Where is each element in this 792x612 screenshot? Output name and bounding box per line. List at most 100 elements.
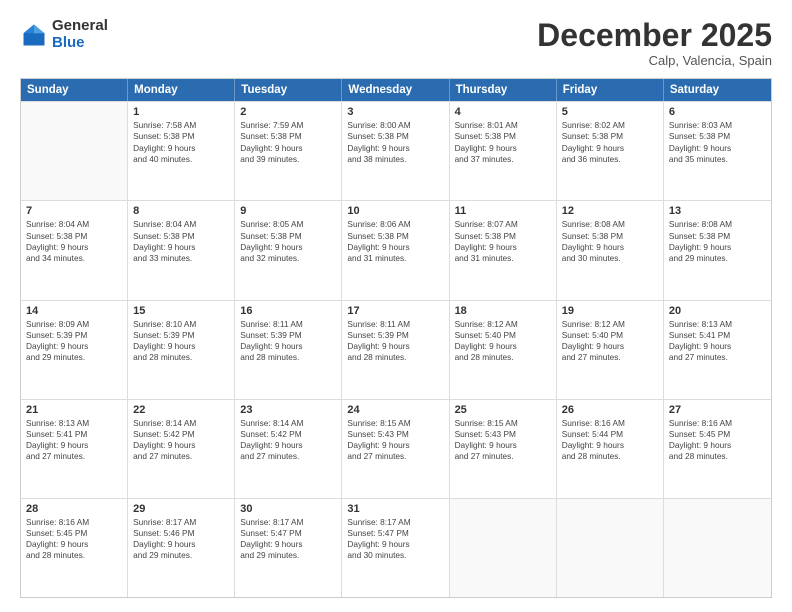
- cell-info-line: and 28 minutes.: [669, 451, 766, 462]
- day-number: 9: [240, 205, 336, 217]
- cell-info-line: and 27 minutes.: [347, 451, 443, 462]
- calendar-cell: 22Sunrise: 8:14 AMSunset: 5:42 PMDayligh…: [128, 400, 235, 498]
- day-number: 16: [240, 305, 336, 317]
- cell-info-line: Sunset: 5:38 PM: [26, 231, 122, 242]
- cell-info-line: and 40 minutes.: [133, 154, 229, 165]
- cell-info-line: and 28 minutes.: [26, 550, 122, 561]
- cell-info-line: Sunset: 5:42 PM: [133, 429, 229, 440]
- cell-info-line: Sunset: 5:39 PM: [347, 330, 443, 341]
- cell-info-line: Sunset: 5:44 PM: [562, 429, 658, 440]
- day-number: 4: [455, 106, 551, 118]
- cell-info-line: and 29 minutes.: [133, 550, 229, 561]
- cell-info-line: and 32 minutes.: [240, 253, 336, 264]
- day-number: 13: [669, 205, 766, 217]
- cell-info-line: Daylight: 9 hours: [455, 242, 551, 253]
- day-number: 31: [347, 503, 443, 515]
- day-number: 14: [26, 305, 122, 317]
- cell-info-line: Sunset: 5:47 PM: [347, 528, 443, 539]
- cell-info-line: Sunset: 5:38 PM: [562, 131, 658, 142]
- month-title: December 2025: [537, 18, 772, 53]
- calendar-row: 21Sunrise: 8:13 AMSunset: 5:41 PMDayligh…: [21, 399, 771, 498]
- cell-info-line: Daylight: 9 hours: [562, 341, 658, 352]
- cell-info-line: and 39 minutes.: [240, 154, 336, 165]
- cell-info-line: Sunset: 5:39 PM: [26, 330, 122, 341]
- cell-info-line: Daylight: 9 hours: [133, 539, 229, 550]
- day-number: 26: [562, 404, 658, 416]
- cell-info-line: Sunrise: 8:04 AM: [133, 219, 229, 230]
- cell-info-line: Sunset: 5:41 PM: [26, 429, 122, 440]
- cell-info-line: Sunset: 5:38 PM: [669, 131, 766, 142]
- day-number: 2: [240, 106, 336, 118]
- day-number: 25: [455, 404, 551, 416]
- day-number: 21: [26, 404, 122, 416]
- cell-info-line: and 27 minutes.: [26, 451, 122, 462]
- calendar-cell: 23Sunrise: 8:14 AMSunset: 5:42 PMDayligh…: [235, 400, 342, 498]
- calendar-cell: 27Sunrise: 8:16 AMSunset: 5:45 PMDayligh…: [664, 400, 771, 498]
- cell-info-line: and 36 minutes.: [562, 154, 658, 165]
- calendar-body: 1Sunrise: 7:58 AMSunset: 5:38 PMDaylight…: [21, 101, 771, 597]
- cell-info-line: and 28 minutes.: [240, 352, 336, 363]
- cell-info-line: Daylight: 9 hours: [240, 539, 336, 550]
- cell-info-line: Sunset: 5:38 PM: [133, 131, 229, 142]
- calendar: SundayMondayTuesdayWednesdayThursdayFrid…: [20, 78, 772, 598]
- weekday-header: Tuesday: [235, 79, 342, 101]
- cell-info-line: Sunset: 5:38 PM: [669, 231, 766, 242]
- cell-info-line: Sunrise: 8:08 AM: [562, 219, 658, 230]
- title-block: December 2025 Calp, Valencia, Spain: [537, 18, 772, 68]
- day-number: 29: [133, 503, 229, 515]
- cell-info-line: Sunrise: 8:01 AM: [455, 120, 551, 131]
- calendar-cell: 10Sunrise: 8:06 AMSunset: 5:38 PMDayligh…: [342, 201, 449, 299]
- cell-info-line: Daylight: 9 hours: [26, 341, 122, 352]
- cell-info-line: Sunset: 5:38 PM: [240, 131, 336, 142]
- cell-info-line: Daylight: 9 hours: [347, 440, 443, 451]
- cell-info-line: and 29 minutes.: [26, 352, 122, 363]
- cell-info-line: Sunrise: 8:02 AM: [562, 120, 658, 131]
- day-number: 28: [26, 503, 122, 515]
- cell-info-line: Daylight: 9 hours: [669, 440, 766, 451]
- cell-info-line: Sunrise: 8:05 AM: [240, 219, 336, 230]
- calendar-cell: 29Sunrise: 8:17 AMSunset: 5:46 PMDayligh…: [128, 499, 235, 597]
- header: General Blue December 2025 Calp, Valenci…: [20, 18, 772, 68]
- cell-info-line: and 29 minutes.: [240, 550, 336, 561]
- cell-info-line: Sunrise: 7:59 AM: [240, 120, 336, 131]
- cell-info-line: Sunrise: 8:07 AM: [455, 219, 551, 230]
- cell-info-line: Sunrise: 8:11 AM: [347, 319, 443, 330]
- weekday-header: Monday: [128, 79, 235, 101]
- cell-info-line: Daylight: 9 hours: [347, 242, 443, 253]
- cell-info-line: Daylight: 9 hours: [240, 440, 336, 451]
- cell-info-line: Sunset: 5:43 PM: [455, 429, 551, 440]
- cell-info-line: Daylight: 9 hours: [240, 242, 336, 253]
- cell-info-line: Sunrise: 8:17 AM: [133, 517, 229, 528]
- day-number: 30: [240, 503, 336, 515]
- day-number: 10: [347, 205, 443, 217]
- cell-info-line: Sunset: 5:39 PM: [133, 330, 229, 341]
- cell-info-line: Daylight: 9 hours: [347, 143, 443, 154]
- calendar-cell: 20Sunrise: 8:13 AMSunset: 5:41 PMDayligh…: [664, 301, 771, 399]
- day-number: 20: [669, 305, 766, 317]
- calendar-cell: 4Sunrise: 8:01 AMSunset: 5:38 PMDaylight…: [450, 102, 557, 200]
- logo-icon: [20, 21, 48, 49]
- cell-info-line: and 37 minutes.: [455, 154, 551, 165]
- cell-info-line: Sunset: 5:38 PM: [240, 231, 336, 242]
- cell-info-line: and 34 minutes.: [26, 253, 122, 264]
- page: General Blue December 2025 Calp, Valenci…: [0, 0, 792, 612]
- cell-info-line: Daylight: 9 hours: [455, 341, 551, 352]
- calendar-cell: 18Sunrise: 8:12 AMSunset: 5:40 PMDayligh…: [450, 301, 557, 399]
- cell-info-line: Sunrise: 8:14 AM: [240, 418, 336, 429]
- cell-info-line: Daylight: 9 hours: [26, 440, 122, 451]
- cell-info-line: Sunrise: 8:13 AM: [26, 418, 122, 429]
- weekday-header: Sunday: [21, 79, 128, 101]
- cell-info-line: Daylight: 9 hours: [562, 440, 658, 451]
- calendar-cell: [664, 499, 771, 597]
- cell-info-line: Sunrise: 8:16 AM: [26, 517, 122, 528]
- cell-info-line: Sunrise: 8:11 AM: [240, 319, 336, 330]
- logo-blue-text: Blue: [52, 35, 108, 52]
- cell-info-line: Sunrise: 8:12 AM: [562, 319, 658, 330]
- calendar-cell: 1Sunrise: 7:58 AMSunset: 5:38 PMDaylight…: [128, 102, 235, 200]
- cell-info-line: Sunrise: 8:13 AM: [669, 319, 766, 330]
- cell-info-line: Sunset: 5:38 PM: [455, 131, 551, 142]
- cell-info-line: and 27 minutes.: [455, 451, 551, 462]
- cell-info-line: and 29 minutes.: [669, 253, 766, 264]
- calendar-cell: 3Sunrise: 8:00 AMSunset: 5:38 PMDaylight…: [342, 102, 449, 200]
- calendar-cell: [557, 499, 664, 597]
